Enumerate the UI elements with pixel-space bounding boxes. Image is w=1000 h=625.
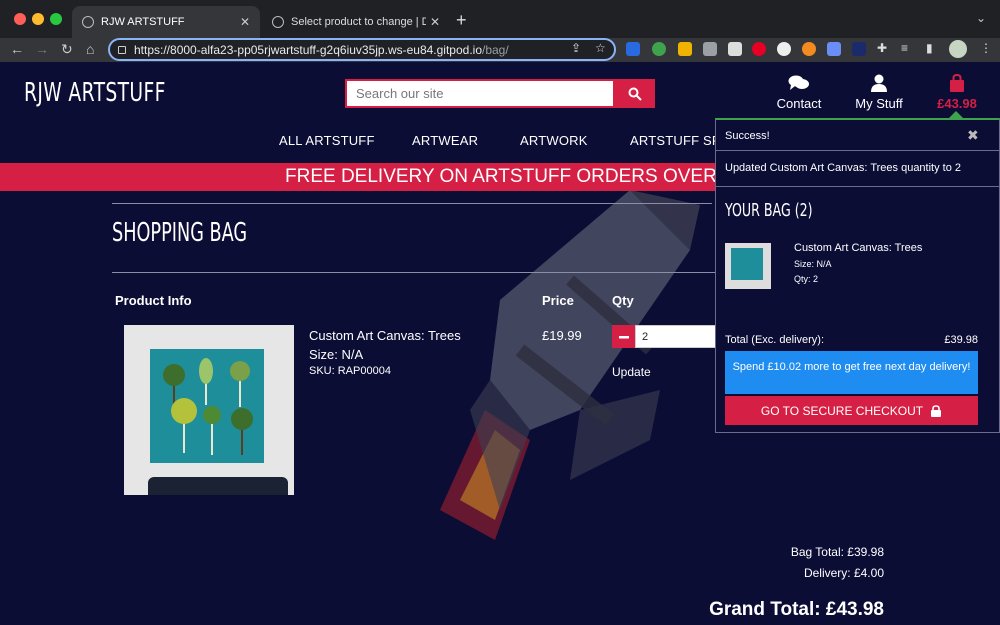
menu-dots-icon[interactable]: ⋮	[980, 41, 992, 55]
update-link[interactable]: Update	[612, 365, 651, 379]
my-stuff-link[interactable]: My Stuff	[852, 74, 906, 111]
zoom-window-button[interactable]	[50, 13, 62, 25]
browser-tab-inactive[interactable]: Select product to change | Dja ✕	[262, 6, 450, 38]
avatar[interactable]	[949, 40, 967, 58]
url-path: /bag/	[482, 42, 509, 57]
success-toast: Success! ✖ Updated Custom Art Canvas: Tr…	[715, 118, 1000, 433]
toast-status: Success!	[725, 130, 770, 142]
column-header-price: Price	[542, 293, 574, 308]
puzzle-icon[interactable]: ✚	[877, 41, 887, 55]
grand-total: Grand Total: £43.98	[709, 599, 884, 620]
nav-all-artstuff[interactable]: ALL ARTSTUFF	[279, 133, 375, 148]
extension-icon[interactable]	[678, 42, 692, 56]
minimize-window-button[interactable]	[32, 13, 44, 25]
secure-checkout-button[interactable]: GO TO SECURE CHECKOUT	[725, 396, 978, 425]
toast-total-value: £39.98	[944, 334, 978, 346]
share-icon[interactable]: ⇪	[571, 41, 581, 55]
lock-icon	[118, 45, 126, 54]
extension-icon[interactable]	[703, 42, 717, 56]
free-delivery-notice: Spend £10.02 more to get free next day d…	[725, 351, 978, 394]
divider	[112, 203, 712, 204]
shopping-bag-icon	[950, 74, 964, 92]
bookmark-star-icon[interactable]: ☆	[595, 41, 606, 55]
chevron-down-icon[interactable]: ⌄	[976, 11, 986, 25]
back-icon[interactable]: ←	[10, 41, 24, 57]
divider	[112, 272, 722, 273]
page-title: SHOPPING BAG	[112, 218, 248, 248]
column-header-product: Product Info	[115, 293, 192, 308]
divider	[716, 150, 999, 151]
forward-icon[interactable]: →	[35, 41, 49, 57]
url-host: https://8000-alfa23-pp05rjwartstuff-g2q6…	[134, 42, 482, 57]
close-window-button[interactable]	[14, 13, 26, 25]
bag-total: Bag Total: £39.98	[790, 545, 884, 559]
evernote-icon[interactable]	[652, 42, 666, 56]
toast-arrow	[949, 111, 963, 118]
rocket-background-illustration	[440, 190, 700, 540]
column-header-qty: Qty	[612, 293, 634, 308]
extension-icon[interactable]	[827, 42, 841, 56]
extension-icon[interactable]	[728, 42, 742, 56]
close-tab-icon[interactable]: ✕	[236, 15, 254, 29]
product-price: £19.99	[542, 328, 582, 343]
toast-product-image	[725, 243, 771, 289]
nav-artwork[interactable]: ARTWORK	[520, 133, 588, 148]
nav-artwear[interactable]: ARTWEAR	[412, 133, 478, 148]
browser-tab-bar: RJW ARTSTUFF ✕ Select product to change …	[0, 0, 1000, 38]
reload-icon[interactable]: ↻	[61, 41, 73, 58]
extension-icon[interactable]	[852, 42, 866, 56]
globe-icon	[82, 16, 94, 28]
quantity-input[interactable]: 2	[635, 325, 717, 348]
home-icon[interactable]: ⌂	[86, 41, 94, 57]
search-input[interactable]: Search our site	[345, 79, 615, 108]
close-icon[interactable]: ✖	[967, 127, 979, 144]
globe-icon	[272, 16, 284, 28]
my-stuff-label: My Stuff	[855, 96, 903, 111]
delivery-cost: Delivery: £4.00	[803, 566, 884, 580]
reading-list-icon[interactable]: ≡	[901, 41, 908, 55]
bag-total-label: £43.98	[937, 96, 977, 111]
new-tab-button[interactable]: +	[456, 10, 467, 31]
lock-icon	[931, 404, 942, 417]
browser-tab-active[interactable]: RJW ARTSTUFF ✕	[72, 6, 260, 38]
product-size: Size: N/A	[309, 347, 364, 362]
side-panel-icon[interactable]: ▮	[926, 41, 933, 55]
decrement-qty-button[interactable]	[612, 325, 635, 348]
product-name: Custom Art Canvas: Trees	[309, 328, 461, 343]
user-icon	[871, 74, 887, 92]
site-logo[interactable]: RJW ARTSTUFF	[24, 78, 166, 108]
pinterest-icon[interactable]	[752, 42, 766, 56]
search-button[interactable]	[615, 79, 655, 108]
toast-message: Updated Custom Art Canvas: Trees quantit…	[725, 162, 962, 174]
divider	[716, 186, 999, 187]
trees-artwork	[163, 358, 253, 455]
search-icon	[628, 87, 642, 101]
close-tab-icon[interactable]: ✕	[426, 15, 444, 29]
github-icon[interactable]	[777, 42, 791, 56]
address-bar[interactable]: https://8000-alfa23-pp05rjwartstuff-g2q6…	[108, 38, 616, 61]
toast-total-label: Total (Exc. delivery):	[725, 334, 825, 346]
shopping-bag-link[interactable]: £43.98	[933, 74, 981, 111]
toast-product-size: Size: N/A	[794, 259, 832, 269]
minus-icon	[618, 335, 629, 338]
chat-icon	[788, 75, 809, 90]
extension-icon[interactable]	[626, 42, 640, 56]
checkout-label: GO TO SECURE CHECKOUT	[760, 403, 924, 418]
browser-toolbar: ← → ↻ ⌂ https://8000-alfa23-pp05rjwartst…	[0, 38, 1000, 62]
sofa-decoration	[148, 477, 288, 495]
contact-link[interactable]: Contact	[774, 74, 824, 111]
toast-bag-title: YOUR BAG (2)	[725, 200, 813, 221]
product-image	[124, 325, 294, 495]
contact-label: Contact	[776, 96, 822, 111]
product-sku: SKU: RAP00004	[309, 365, 391, 377]
toast-product-qty: Qty: 2	[794, 274, 819, 284]
toast-product-name: Custom Art Canvas: Trees	[794, 242, 923, 254]
extension-icon[interactable]	[802, 42, 816, 56]
